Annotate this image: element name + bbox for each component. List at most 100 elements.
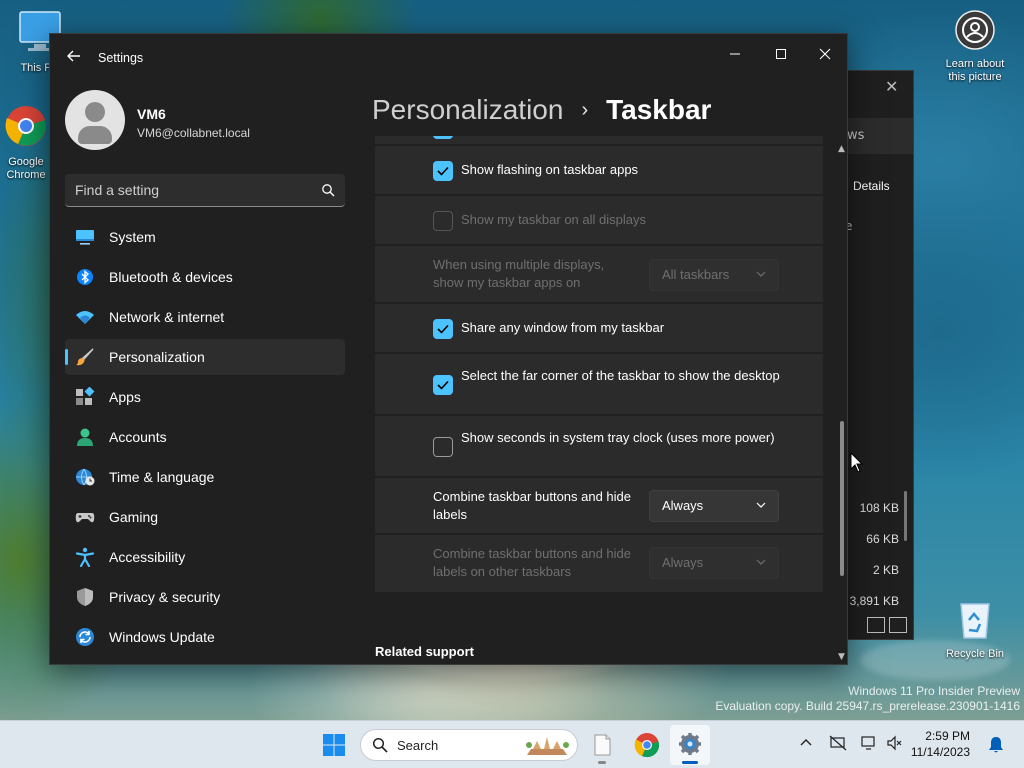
taskbar-chrome[interactable] [627,725,667,765]
back-button[interactable] [64,48,84,68]
search-input[interactable] [75,174,305,206]
sidebar-item-label: Privacy & security [109,589,221,605]
taskbar-settings[interactable] [670,725,710,765]
setting-row-seconds[interactable]: Show seconds in system tray clock (uses … [375,416,823,478]
checkbox[interactable] [433,136,453,139]
file-icon [594,734,611,756]
scrollbar-thumb[interactable] [840,421,844,576]
sidebar-item-accessibility[interactable]: Accessibility [65,539,345,575]
dropdown-value: All taskbars [662,267,730,282]
user-name: VM6 [137,106,166,122]
details-button[interactable]: Details [853,179,890,193]
search-icon[interactable] [321,183,335,197]
tiles-view-icon[interactable] [889,617,907,633]
avatar-body [78,126,112,144]
desktop-icon-recycle-bin[interactable]: Recycle Bin [937,598,1013,661]
checkbox-share-window[interactable] [433,319,453,339]
checkmark-icon [437,166,449,176]
checkbox-all-displays[interactable] [433,211,453,231]
setting-row-combine-other: Combine taskbar buttons and hide labels … [375,535,823,592]
taskbar-file-explorer[interactable] [582,725,622,765]
app-title: Settings [98,51,144,65]
gamepad-icon [75,513,95,523]
desktop-icon-learn-about-picture[interactable]: Learn about this picture [937,10,1013,84]
page-title: Taskbar [606,94,712,125]
setting-row-share-window[interactable]: Share any window from my taskbar [375,304,823,354]
display-network-icon[interactable] [861,735,879,751]
checkbox-show-seconds[interactable] [433,437,453,457]
explorer-scrollbar[interactable] [904,491,907,541]
watermark-line: Evaluation copy. Build 25947.rs_prerelea… [715,699,1020,713]
maximize-icon [776,49,786,59]
chevron-up-icon[interactable] [799,735,813,749]
back-arrow-icon [67,50,80,62]
find-setting-search[interactable] [65,174,345,207]
sidebar-item-label: System [109,229,156,245]
taskbar-behaviors-list: Show flashing on taskbar apps Show my ta… [375,136,823,616]
sidebar-item-label: Windows Update [109,629,215,645]
checkmark-icon [437,324,449,334]
taskbar-search-label: Search [397,738,439,753]
sidebar-item-network-internet[interactable]: Network & internet [65,299,345,335]
background-explorer-window[interactable]: ✕ ws Details e 108 KB 66 KB 2 KB 3,891 K… [840,70,914,640]
sidebar-item-apps[interactable]: Apps [65,379,345,415]
file-size: 2 KB [872,563,899,577]
sidebar-item-personalization[interactable]: Personalization [65,339,345,375]
dropdown-value: Always [662,555,704,570]
brush-icon [76,348,94,366]
setting-row-combine: Combine taskbar buttons and hide labels … [375,478,823,535]
taskbar-search[interactable]: Search [360,729,578,761]
sidebar-item-accounts[interactable]: Accounts [65,419,345,455]
setting-label: Combine taskbar buttons and hide labels [433,489,632,522]
breadcrumb-parent[interactable]: Personalization [372,94,563,126]
setting-row-flashing[interactable]: Show flashing on taskbar apps [375,146,823,196]
checkbox-far-corner[interactable] [433,375,453,395]
sidebar-item-time-language[interactable]: Time & language [65,459,345,495]
sidebar-item-label: Time & language [109,469,215,485]
notification-bell-icon[interactable] [988,736,1004,754]
close-button[interactable] [802,40,847,68]
avatar-head [85,102,105,122]
windows-start-icon[interactable] [322,733,346,757]
scroll-up-icon[interactable]: ▲ [838,144,845,154]
sidebar-item-label: Gaming [109,509,159,525]
active-app-indicator [682,761,698,764]
volume-muted-icon[interactable] [886,735,902,751]
system-clock[interactable]: 2:59 PM 11/14/2023 [910,728,970,760]
mouse-cursor-icon [850,452,864,473]
sidebar-item-privacy-security[interactable]: Privacy & security [65,579,345,615]
clock-date: 11/14/2023 [910,745,970,759]
watermark-line: Windows 11 Pro Insider Preview [848,684,1020,698]
desktop-icon-google-chrome[interactable]: Google Chrome [0,104,56,182]
combine-other-dropdown[interactable]: Always [649,547,779,579]
chevron-down-icon [756,502,766,508]
combine-dropdown[interactable]: Always [649,490,779,522]
multi-display-dropdown[interactable]: All taskbars [649,259,779,291]
sidebar-item-windows-update[interactable]: Windows Update [65,619,345,655]
sidebar-item-system[interactable]: System [65,219,345,255]
setting-label: Show seconds in system tray clock (uses … [461,430,775,445]
maximize-button[interactable] [758,40,804,68]
accessibility-icon [75,547,95,567]
clock-time: 2:59 PM [925,729,970,743]
related-support-heading: Related support [375,644,474,659]
sidebar-item-label: Accessibility [109,549,186,565]
setting-row-all-displays: Show my taskbar on all displays [375,196,823,246]
network-disconnected-icon[interactable] [829,735,847,751]
sidebar-item-label: Network & internet [109,309,225,325]
minimize-button[interactable] [712,40,758,68]
sidebar-item-label: Accounts [109,429,167,445]
accounts-icon [77,428,93,446]
checkbox-flashing[interactable] [433,161,453,181]
sidebar-item-gaming[interactable]: Gaming [65,499,345,535]
close-icon [819,48,831,60]
details-view-icon[interactable] [867,617,885,633]
update-icon [76,628,94,646]
scroll-down-icon[interactable]: ▼ [838,652,845,662]
setting-row-far-corner[interactable]: Select the far corner of the taskbar to … [375,354,823,416]
sidebar-item-bluetooth-devices[interactable]: Bluetooth & devices [65,259,345,295]
explorer-tab-text: ws [847,128,865,143]
search-icon [372,737,388,753]
close-icon[interactable]: ✕ [885,77,898,96]
sidebar-item-label: Apps [109,389,141,405]
